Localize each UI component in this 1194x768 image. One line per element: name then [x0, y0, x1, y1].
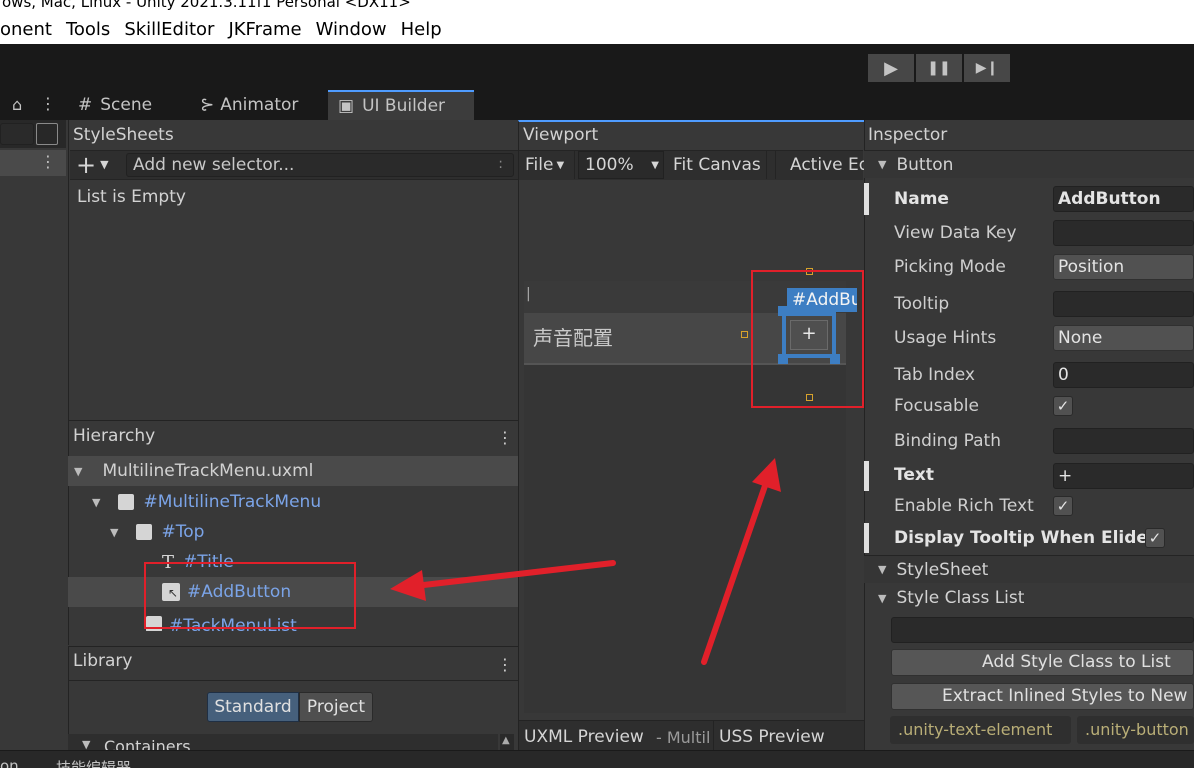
expand-icon: ▼: [878, 591, 887, 605]
tab-index-label: Tab Index: [894, 365, 975, 385]
override-indicator: [864, 183, 869, 215]
focusable-checkbox[interactable]: ✓: [1053, 396, 1073, 416]
tab-index-field[interactable]: 0: [1053, 362, 1194, 388]
enable-rich-text-label: Enable Rich Text: [894, 496, 1034, 516]
text-field[interactable]: +: [1053, 463, 1194, 489]
class-tag-button[interactable]: .unity-button: [1077, 716, 1194, 744]
button-section-header[interactable]: ▼ Button: [864, 150, 1194, 178]
view-data-key-label: View Data Key: [894, 223, 1017, 243]
stylesheet-section-header[interactable]: ▼ StyleSheet: [864, 555, 1194, 583]
uss-preview-label[interactable]: USS Preview: [719, 727, 825, 747]
tooltip-field[interactable]: [1053, 291, 1194, 317]
expand-icon: ▼: [878, 563, 887, 576]
annotation-arrow-to-hierarchy: [390, 560, 616, 601]
usage-hints-label: Usage Hints: [894, 328, 997, 348]
bottom-skill-editor-tab[interactable]: 技能编辑器: [56, 757, 131, 768]
tooltip-label: Tooltip: [894, 294, 950, 314]
binding-path-label: Binding Path: [894, 431, 1001, 451]
override-indicator: [864, 523, 869, 553]
usage-hints-dropdown[interactable]: None: [1053, 325, 1194, 351]
bottom-status-bar: on 技能编辑器: [0, 750, 1194, 768]
picking-mode-label: Picking Mode: [894, 257, 1006, 277]
name-label: Name: [894, 189, 949, 209]
expand-icon: ▼: [878, 158, 887, 171]
inspector-title: Inspector: [868, 125, 948, 145]
class-tag-text-element[interactable]: .unity-text-element: [890, 716, 1071, 744]
add-style-class-button[interactable]: Add Style Class to List: [891, 649, 1194, 676]
uxml-preview-file: - Multil: [656, 728, 711, 747]
bottom-left-tab[interactable]: on: [0, 757, 19, 768]
view-data-key-field[interactable]: [1053, 220, 1194, 246]
picking-mode-dropdown[interactable]: Position: [1053, 254, 1194, 280]
annotation-arrow-to-viewport: [701, 458, 781, 665]
stylesheet-section-label: StyleSheet: [896, 559, 989, 580]
extract-inlined-styles-button[interactable]: Extract Inlined Styles to New C: [891, 683, 1194, 710]
name-field[interactable]: AddButton: [1053, 186, 1194, 212]
style-class-input[interactable]: [891, 617, 1194, 643]
enable-rich-text-checkbox[interactable]: ✓: [1053, 496, 1073, 516]
uxml-preview-label[interactable]: UXML Preview: [524, 727, 644, 747]
button-section-label: Button: [896, 154, 954, 175]
display-tooltip-label: Display Tooltip When Elided: [894, 528, 1161, 548]
display-tooltip-checkbox[interactable]: ✓: [1145, 528, 1165, 548]
binding-path-field[interactable]: [1053, 428, 1194, 454]
override-indicator: [864, 461, 869, 491]
style-class-list-header[interactable]: ▼ Style Class List: [864, 584, 1194, 612]
focusable-label: Focusable: [894, 396, 979, 416]
text-label: Text: [894, 465, 934, 485]
style-class-list-label: Style Class List: [896, 588, 1025, 608]
